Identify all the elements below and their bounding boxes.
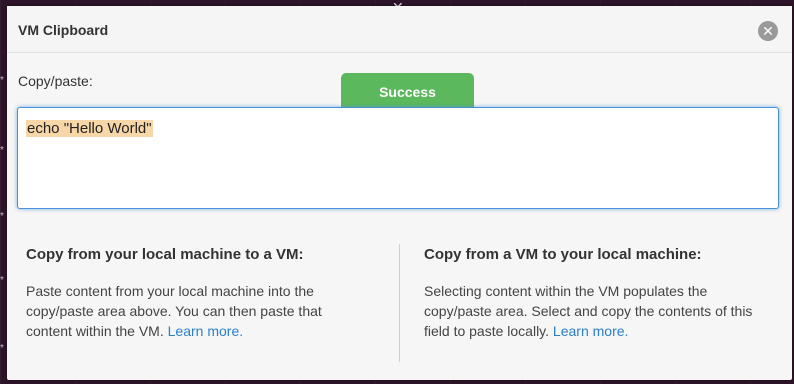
learn-more-link[interactable]: Learn more. [168, 323, 243, 339]
clipboard-content: echo "Hello World" [26, 120, 153, 137]
local-to-vm-heading: Copy from your local machine to a VM: [26, 246, 304, 263]
vm-to-local-heading: Copy from a VM to your local machine: [424, 246, 702, 263]
background-star-icon: * [0, 275, 4, 286]
vm-to-local-section: Copy from a VM to your local machine: Se… [424, 246, 764, 341]
clipboard-textarea[interactable]: echo "Hello World" [17, 107, 779, 209]
close-icon: ✕ [762, 23, 774, 39]
vm-to-local-description: Selecting content within the VM populate… [424, 281, 764, 341]
section-divider [399, 244, 400, 362]
local-to-vm-description: Paste content from your local machine in… [26, 281, 366, 341]
vm-clipboard-dialog: VM Clipboard ✕ Copy/paste: Success echo … [7, 6, 792, 380]
dialog-header: VM Clipboard ✕ [7, 6, 792, 53]
background-star-icon: * [0, 145, 4, 156]
dialog-title: VM Clipboard [18, 22, 109, 38]
local-to-vm-section: Copy from your local machine to a VM: Pa… [26, 246, 366, 341]
copy-paste-label: Copy/paste: [18, 73, 93, 89]
background-star-icon: * [0, 343, 4, 354]
close-button[interactable]: ✕ [758, 21, 778, 41]
background-star-icon: * [0, 211, 4, 222]
learn-more-link[interactable]: Learn more. [553, 323, 628, 339]
background-star-icon: * [0, 75, 4, 86]
